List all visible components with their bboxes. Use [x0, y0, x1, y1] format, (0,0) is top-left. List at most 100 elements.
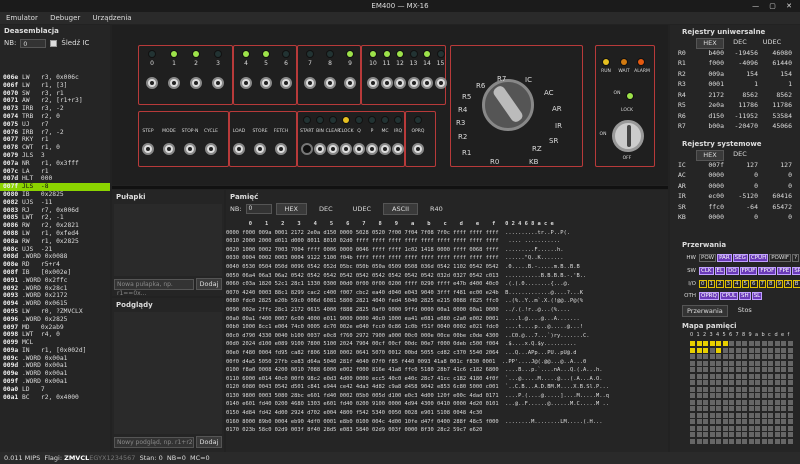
- data-switch-9[interactable]: [344, 77, 356, 89]
- memory-row[interactable]: 0070 4240 0003 88c1 8299 cac2 c400 f007 …: [226, 289, 668, 298]
- register-mode-udec[interactable]: UDEC: [756, 38, 788, 49]
- data-switch-6[interactable]: [280, 77, 292, 89]
- watches-list[interactable]: [114, 312, 222, 434]
- memory-row[interactable]: 0100 f8a0 0008 4200 0010 7088 6000 e002 …: [226, 366, 668, 375]
- data-switch-10[interactable]: [367, 77, 379, 89]
- control-switch-0[interactable]: [142, 143, 154, 155]
- sysreg-row[interactable]: IC 007f 127 127: [678, 161, 792, 172]
- disassembly-row[interactable]: 0095 LW r0, ?ZMVCLX: [0, 308, 110, 316]
- menu-devices[interactable]: Urządzenia: [93, 14, 132, 22]
- add-watch-button[interactable]: Dodaj: [196, 436, 222, 448]
- memory-mode-r40[interactable]: R40: [422, 204, 451, 214]
- disassembly-row[interactable]: 009c .WORD 0x00a1: [0, 355, 110, 363]
- disassembly-row[interactable]: 0093 .WORD 0x2172: [0, 292, 110, 300]
- rotary-selector-knob[interactable]: [482, 79, 534, 131]
- disassembly-row[interactable]: 0078 CWT r1, 0: [0, 144, 110, 152]
- memory-row[interactable]: 0130 9800 0003 5080 28bc e601 fd40 0002 …: [226, 392, 668, 401]
- disassembly-row[interactable]: 009d .WORD 0x00a1: [0, 362, 110, 370]
- register-mode-dec[interactable]: DEC: [724, 38, 756, 49]
- control-switch-1[interactable]: [163, 143, 175, 155]
- data-switch-15[interactable]: [434, 77, 447, 89]
- control-switch-6[interactable]: [275, 143, 287, 155]
- disassembly-row[interactable]: 0092 .WORD 0x28c1: [0, 285, 110, 293]
- data-switch-11[interactable]: [380, 77, 393, 89]
- disassembly-listing[interactable]: 006e LW r3, 0x006c 006f LW r1, [3] 0070 SW…: [0, 74, 110, 401]
- disassembly-row[interactable]: 0088 LW r1, 0xfed4: [0, 230, 110, 238]
- tab-interrupts[interactable]: Przerwania: [682, 305, 728, 317]
- disassembly-row[interactable]: 008c UJS -21: [0, 246, 110, 254]
- memory-mode-dec[interactable]: DEC: [311, 204, 341, 214]
- disassembly-row[interactable]: 00a0 LD 7: [0, 386, 110, 394]
- control-switch-8[interactable]: [314, 143, 326, 155]
- menu-debugger[interactable]: Debuger: [50, 14, 80, 22]
- memory-mode-udec[interactable]: UDEC: [345, 204, 379, 214]
- disassembly-row[interactable]: 0086 RW r2, 0x2821: [0, 222, 110, 230]
- disassembly-row[interactable]: 0080 IB 0x2825: [0, 191, 110, 199]
- disassembly-row[interactable]: 0098 LWT r4, 0: [0, 331, 110, 339]
- register-row[interactable]: R6 d150 -11952 53584: [678, 112, 792, 123]
- data-switch-14[interactable]: [421, 77, 433, 89]
- memory-row[interactable]: 0090 002e 2ffc 28c1 2172 0615 4000 f888 …: [226, 306, 668, 315]
- disassembly-row[interactable]: 009e .WORD 0x00a1: [0, 370, 110, 378]
- memory-row[interactable]: 0160 8000 89b0 0004 eb90 4df0 0001 e8b0 …: [226, 418, 668, 427]
- control-switch-3[interactable]: [205, 143, 217, 155]
- sysreg-row[interactable]: KB 0000 0 0: [678, 213, 792, 224]
- data-switch-3[interactable]: [212, 77, 224, 89]
- data-switch-7[interactable]: [304, 77, 316, 89]
- disassembly-row[interactable]: 0077 RKY r1: [0, 136, 110, 144]
- control-switch-11[interactable]: [353, 143, 365, 155]
- disassembly-row[interactable]: 0070 SW r3, r1: [0, 90, 110, 98]
- disassembly-row[interactable]: 008e RD r5+r4: [0, 261, 110, 269]
- memory-row[interactable]: 0010 2000 2000 d011 d000 8011 8010 02d0 …: [226, 237, 668, 246]
- data-switch-13[interactable]: [407, 77, 420, 89]
- disassembly-row[interactable]: 00a1 BC r2, 0x4000: [0, 394, 110, 402]
- disassembly-current-row[interactable]: 007f JLS -8: [0, 183, 110, 191]
- disassembly-row[interactable]: 0071 AW r2, [r1+r3]: [0, 97, 110, 105]
- control-switch-5[interactable]: [254, 143, 266, 155]
- control-switch-14[interactable]: [392, 143, 404, 155]
- control-switch-15[interactable]: [412, 143, 424, 155]
- register-row[interactable]: R4 2172 8562 8562: [678, 91, 792, 102]
- memory-nb-spinbox[interactable]: 0: [245, 204, 272, 214]
- disassembly-row[interactable]: 0099 MCL: [0, 339, 110, 347]
- memory-mode-ascii[interactable]: ASCII: [383, 203, 418, 215]
- sysreg-mode-hex[interactable]: HEX: [696, 150, 724, 161]
- disassembly-row[interactable]: 0091 .WORD 0x2ffc: [0, 277, 110, 285]
- disassembly-row[interactable]: 008a RW r1, 0x2825: [0, 238, 110, 246]
- memory-row[interactable]: 0050 06a4 06a3 06a2 0542 0542 0542 0542 …: [226, 272, 668, 281]
- splitter[interactable]: [112, 186, 668, 189]
- memory-row[interactable]: 00f0 d4a5 5050 27fb ce83 d64a 5040 281f …: [226, 358, 668, 367]
- window-controls[interactable]: — ▢ ✕: [752, 0, 796, 12]
- control-switch-7[interactable]: [301, 143, 313, 155]
- memory-row[interactable]: 0120 6080 0043 0542 d501 c841 e944 ce42 …: [226, 383, 668, 392]
- power-key-switch[interactable]: [612, 120, 644, 152]
- control-switch-2[interactable]: [184, 143, 196, 155]
- menu-emulator[interactable]: Emulator: [6, 14, 38, 22]
- data-switch-5[interactable]: [260, 77, 272, 89]
- data-switch-4[interactable]: [240, 77, 252, 89]
- memory-row[interactable]: 00a0 00a1 f400 0007 6c00 4000 e011 9000 …: [226, 315, 668, 324]
- sysreg-row[interactable]: AR 0000 0 0: [678, 182, 792, 193]
- memory-row[interactable]: 0170 023b 58c0 02d9 003f 8f40 28d5 e083 …: [226, 426, 668, 435]
- register-mode-hex[interactable]: HEX: [696, 38, 724, 49]
- memory-mode-hex[interactable]: HEX: [275, 203, 307, 215]
- disassembly-row[interactable]: 008d .WORD 0x0088: [0, 253, 110, 261]
- disassembly-row[interactable]: 0083 RJ r7, 0x006d: [0, 207, 110, 215]
- disassembly-row[interactable]: 008f IB [0x002e]: [0, 269, 110, 277]
- memory-row[interactable]: 0110 6000 e014 40c0 00f0 98c2 e0d3 4d00 …: [226, 375, 668, 384]
- disassembly-row[interactable]: 0074 TRB r2, 0: [0, 113, 110, 121]
- data-switch-0[interactable]: [146, 77, 158, 89]
- memory-row[interactable]: 0030 0004 0002 0003 0004 9122 5100 f04b …: [226, 254, 668, 263]
- control-switch-10[interactable]: [340, 143, 352, 155]
- data-switch-8[interactable]: [324, 77, 336, 89]
- memory-row[interactable]: 00e0 f480 0004 fd95 ca82 f806 5180 0002 …: [226, 349, 668, 358]
- memory-row[interactable]: 0020 1000 0002 7003 7004 ffff 0006 0000 …: [226, 246, 668, 255]
- memory-row[interactable]: 0040 0530 0504 050d 0096 0542 052d 05bc …: [226, 263, 668, 272]
- disassembly-row[interactable]: 0085 LWT r2, -1: [0, 214, 110, 222]
- disassembly-row[interactable]: 0079 JLS 3: [0, 152, 110, 160]
- disassembly-row[interactable]: 0082 UJS -11: [0, 199, 110, 207]
- disassembly-row[interactable]: 0076 IRB r7, -2: [0, 129, 110, 137]
- sysreg-mode-dec[interactable]: DEC: [724, 150, 756, 161]
- disassembly-row[interactable]: 0096 .WORD 0x2825: [0, 316, 110, 324]
- control-switch-9[interactable]: [327, 143, 339, 155]
